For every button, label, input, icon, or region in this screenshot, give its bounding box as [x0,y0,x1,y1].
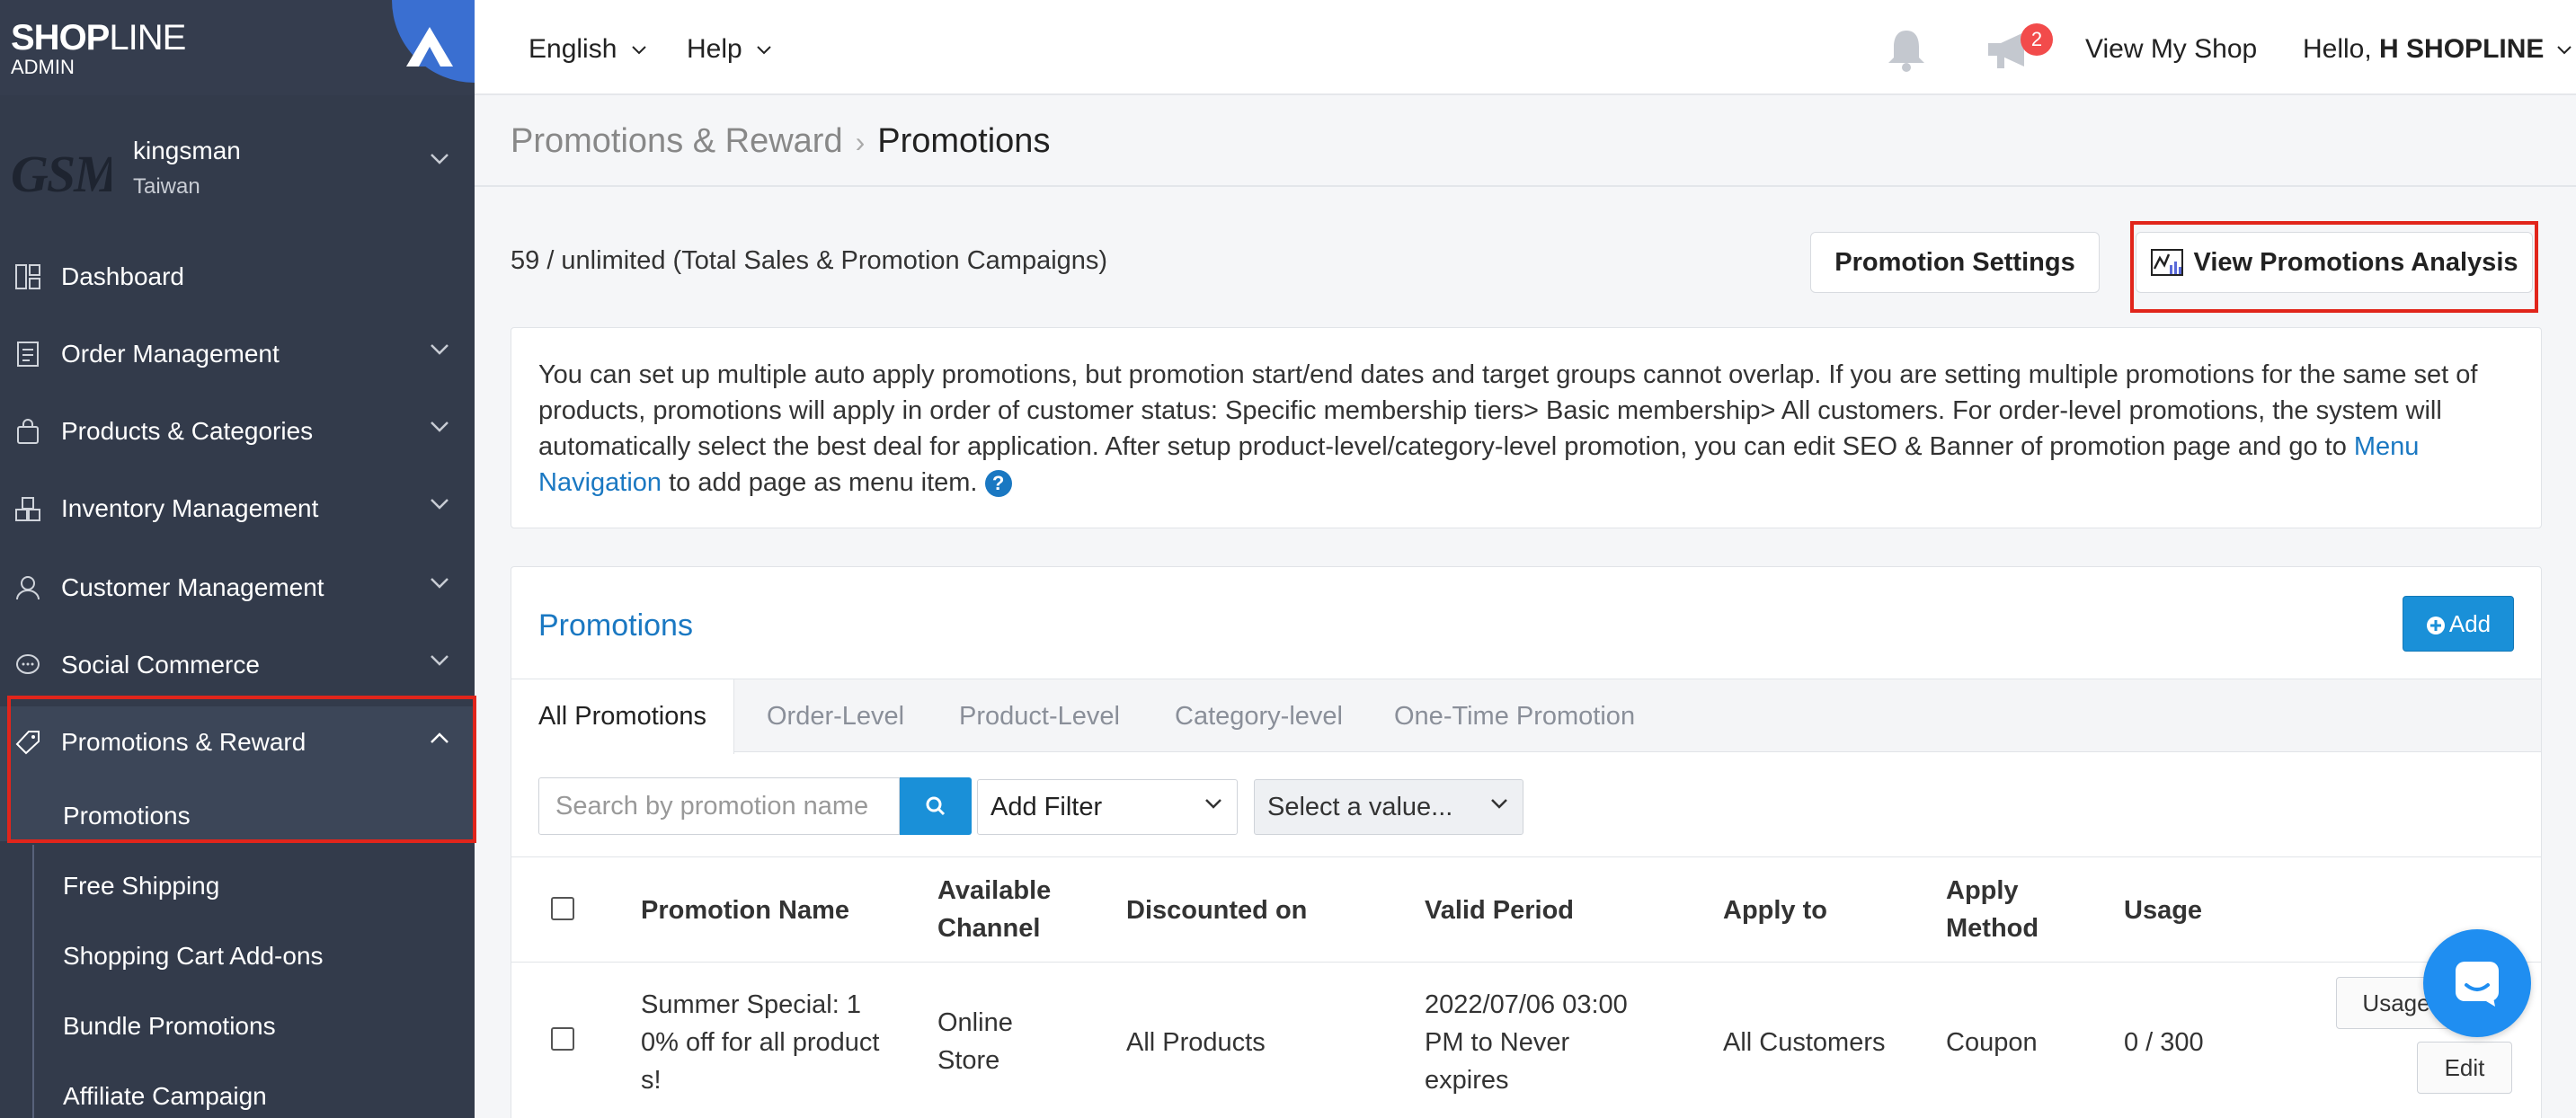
promotion-tabs: All Promotions Order-Level Product-Level… [511,679,2541,754]
row-checkbox[interactable] [551,1027,574,1051]
tab-category-level[interactable]: Category-level [1175,679,1343,753]
apply-method: Coupon [1946,1028,2038,1057]
valid-period: 2022/07/06 03:00 PM to Never expires [1425,990,1628,1095]
info-notice: You can set up multiple auto apply promo… [511,327,2542,528]
sidebar-item-customer-management[interactable]: Customer Management [0,552,475,624]
tab-order-level[interactable]: Order-Level [767,679,904,753]
top-bar: English Help 2 View My Shop Hello, H SHO… [475,0,2576,95]
chevron-down-icon [757,46,771,55]
sidebar-subitem-affiliate-campaign[interactable]: Affiliate Campaign [63,1082,267,1111]
edit-button[interactable]: Edit [2417,1042,2512,1094]
discounted-on: All Products [1126,1028,1266,1057]
inventory-icon [13,493,43,524]
store-switcher[interactable]: GSM kingsman Taiwan [0,117,475,216]
analytics-chart-icon [2150,249,2183,276]
column-promotion-name: Promotion Name [641,896,850,925]
chevron-down-icon [632,46,646,55]
chevron-down-icon [431,421,449,432]
chevron-down-icon [1491,799,1507,809]
tab-product-level[interactable]: Product-Level [959,679,1120,753]
chat-icon [13,650,43,680]
brand-header: SHOPLINE ADMIN [0,0,475,95]
search-button[interactable] [900,777,972,835]
bag-icon [13,416,43,447]
breadcrumb: Promotions & Reward › Promotions [511,122,1050,161]
question-icon[interactable]: ? [984,470,1012,498]
column-apply-method: Apply Method [1946,876,2039,943]
chat-bubble-icon [2456,962,2499,1007]
sidebar-item-inventory-management[interactable]: Inventory Management [0,473,475,545]
bell-icon[interactable] [1884,27,1929,74]
promotion-settings-button[interactable]: Promotion Settings [1810,232,2100,293]
sidebar-subitem-bundle-promotions[interactable]: Bundle Promotions [63,1012,276,1041]
view-my-shop-link[interactable]: View My Shop [2085,34,2257,65]
help-dropdown[interactable]: Help [687,34,771,65]
chevron-down-icon [431,344,449,355]
tab-one-time-promotion[interactable]: One-Time Promotion [1394,679,1635,753]
chevron-down-icon [431,578,449,589]
campaign-count: 59 / unlimited (Total Sales & Promotion … [511,246,1108,275]
sidebar-subitem-free-shipping[interactable]: Free Shipping [63,872,219,901]
sidebar-item-products-categories[interactable]: Products & Categories [0,395,475,467]
usage: 0 / 300 [2124,1028,2204,1057]
column-apply-to: Apply to [1723,896,1827,925]
user-icon [13,572,43,603]
column-available-channel: Available Channel [937,876,1052,943]
search-input[interactable]: Search by promotion name [538,777,900,835]
table-header: Promotion Name Available Channel Discoun… [511,856,2541,963]
dashboard-icon [13,262,43,292]
tab-all-promotions[interactable]: All Promotions [511,679,734,754]
order-icon [13,339,43,369]
user-menu[interactable]: Hello, H SHOPLINE [2303,34,2572,65]
highlight-box-promotions [7,696,476,843]
add-filter-select[interactable]: Add Filter [977,779,1238,835]
store-logo: GSM [11,145,111,203]
language-dropdown[interactable]: English [529,34,646,65]
chevron-down-icon [431,655,449,666]
view-promotions-analysis-button[interactable]: View Promotions Analysis [2136,232,2533,293]
promotion-name[interactable]: Summer Special: 10% off for all products… [641,986,884,1099]
sidebar: SHOPLINE ADMIN GSM kingsman Taiwan Dashb… [0,0,476,1118]
chevron-down-icon [1205,799,1221,809]
sidebar-item-dashboard[interactable]: Dashboard [0,241,475,313]
column-valid-period: Valid Period [1425,896,1574,925]
shopline-logo[interactable]: SHOPLINE [11,18,186,58]
add-promotion-button[interactable]: Add [2403,596,2514,652]
sidebar-item-order-management[interactable]: Order Management [0,318,475,390]
column-discounted-on: Discounted on [1126,896,1308,925]
search-icon [926,796,946,816]
submenu-divider [32,845,34,1118]
sidebar-subitem-cart-addons[interactable]: Shopping Cart Add-ons [63,942,324,971]
store-name: kingsman [133,137,241,164]
support-chat-button[interactable] [2423,929,2531,1037]
chevron-down-icon [431,154,449,164]
chevron-down-icon [2557,46,2572,55]
apply-to: All Customers [1723,1028,1886,1057]
available-channel: Online Store [937,1008,1013,1075]
promotions-panel: Promotions Add All Promotions Order-Leve… [511,566,2542,1118]
filter-value-select[interactable]: Select a value... [1254,779,1523,835]
panel-title: Promotions [538,608,693,643]
select-all-checkbox[interactable] [551,897,574,920]
chevron-down-icon [431,499,449,510]
breadcrumb-parent[interactable]: Promotions & Reward [511,122,843,160]
sidebar-item-social-commerce[interactable]: Social Commerce [0,629,475,701]
admin-label: ADMIN [11,56,75,78]
notification-badge: 2 [2021,23,2053,56]
plus-circle-icon [2426,617,2445,635]
column-usage: Usage [2124,896,2203,925]
store-region: Taiwan [133,174,200,199]
page-title: Promotions [877,122,1051,160]
breadcrumb-separator-icon: › [855,126,866,158]
